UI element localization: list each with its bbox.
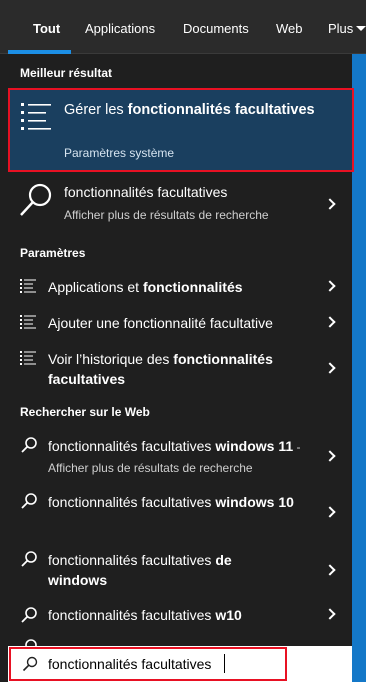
tab-all[interactable]: Tout <box>33 0 60 54</box>
web-item-label: fonctionnalités facultatives windows 11 … <box>48 438 301 475</box>
search-icon <box>22 656 38 672</box>
web-item[interactable]: fonctionnalités facultatives windows 10 <box>8 488 352 534</box>
settings-item-label: Voir l’historique des fonctionnalités fa… <box>48 351 273 387</box>
search-more-item[interactable]: fonctionnalités facultatives Afficher pl… <box>8 178 352 234</box>
settings-item-applications[interactable]: Applications et fonctionnalités <box>8 274 352 300</box>
section-title-web-search: Rechercher sur le Web <box>20 405 150 419</box>
web-item-label: fonctionnalités facultatives w10 <box>48 607 242 623</box>
web-item[interactable]: fonctionnalités facultatives de windows <box>8 546 352 592</box>
web-item-label: fonctionnalités facultatives windows 10 <box>48 494 294 510</box>
tab-bar: Tout Applications Documents Web Plus <box>0 0 366 54</box>
chevron-right-icon <box>324 280 336 292</box>
chevron-right-icon <box>324 362 336 374</box>
search-icon <box>20 183 52 216</box>
search-icon <box>21 551 37 567</box>
settings-item-label: Applications et fonctionnalités <box>48 279 243 295</box>
search-more-subtitle: Afficher plus de résultats de recherche <box>64 208 269 222</box>
web-item[interactable]: fonctionnalités facultatives w10 <box>8 602 352 628</box>
chevron-right-icon <box>324 506 336 518</box>
settings-item-label: Ajouter une fonctionnalité facultative <box>48 315 273 331</box>
settings-list-icon <box>20 279 36 293</box>
settings-list-icon <box>20 351 36 365</box>
best-result-subtitle: Paramètres système <box>64 146 175 160</box>
tab-documents[interactable]: Documents <box>183 0 249 54</box>
section-title-settings: Paramètres <box>20 246 86 260</box>
chevron-right-icon <box>324 564 336 576</box>
search-icon <box>21 607 37 623</box>
text-caret <box>224 654 225 673</box>
search-icon <box>21 493 37 509</box>
tab-applications[interactable]: Applications <box>85 0 155 54</box>
search-input[interactable] <box>48 654 278 674</box>
chevron-right-icon <box>324 316 336 328</box>
chevron-right-icon <box>324 198 336 210</box>
web-item[interactable]: fonctionnalités facultatives windows 11 … <box>8 432 352 478</box>
settings-list-icon <box>20 315 36 329</box>
best-result-title: Gérer les fonctionnalités facultatives <box>64 102 315 118</box>
settings-item-history[interactable]: Voir l’historique des fonctionnalités fa… <box>8 346 352 392</box>
settings-item-add-feature[interactable]: Ajouter une fonctionnalité facultative <box>8 310 352 336</box>
search-icon <box>21 437 37 453</box>
tab-more[interactable]: Plus <box>328 0 353 54</box>
web-item-label: fonctionnalités facultatives de windows <box>48 552 232 588</box>
section-title-best-result: Meilleur résultat <box>20 66 113 80</box>
chevron-right-icon <box>324 608 336 620</box>
search-icon <box>25 639 37 646</box>
chevron-right-icon <box>324 450 336 462</box>
settings-list-icon <box>21 103 51 130</box>
active-tab-indicator <box>8 50 71 54</box>
chevron-down-icon <box>356 26 366 31</box>
tab-web[interactable]: Web <box>276 0 303 54</box>
best-result-item[interactable]: Gérer les fonctionnalités facultatives P… <box>8 88 354 172</box>
search-more-title: fonctionnalités facultatives <box>64 184 228 200</box>
